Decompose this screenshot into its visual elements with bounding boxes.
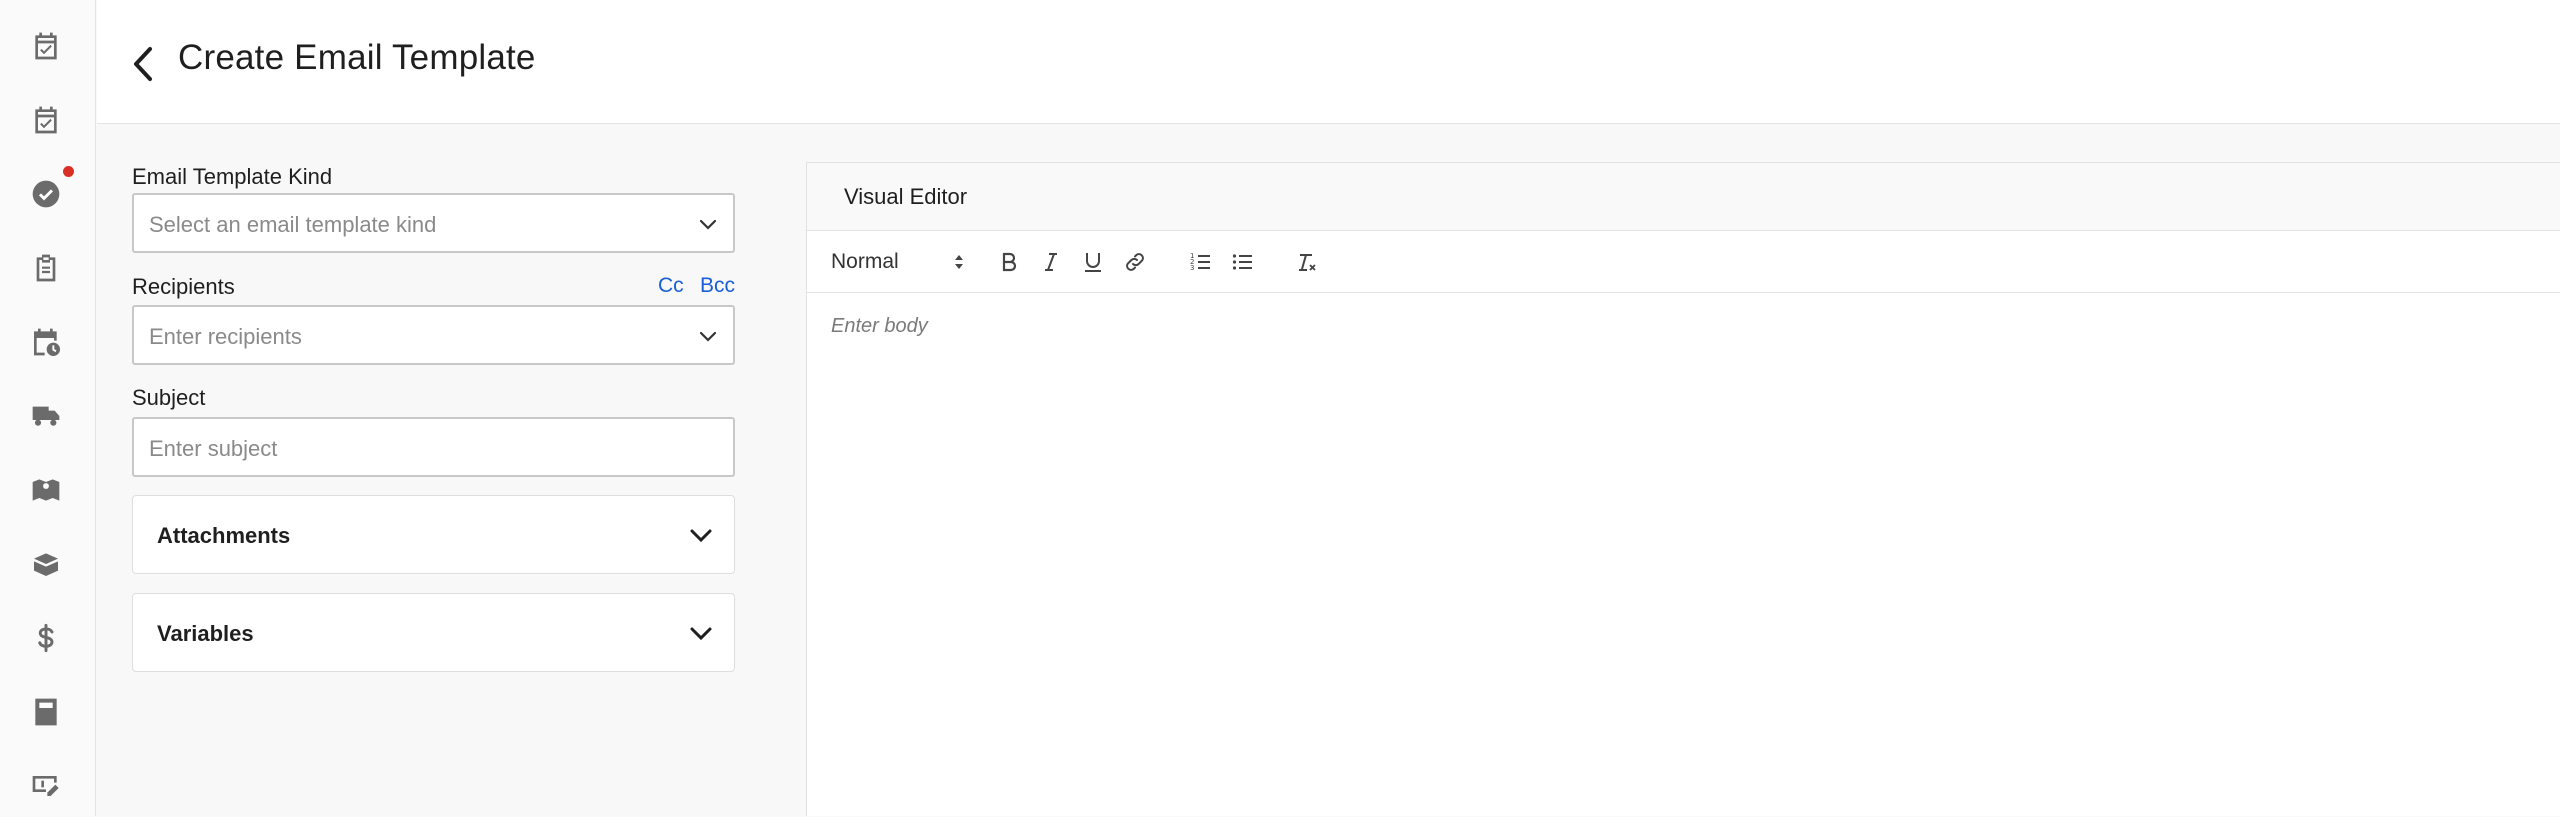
subject-input[interactable]: Enter subject: [132, 417, 735, 477]
dollar-icon[interactable]: [30, 622, 62, 654]
map-icon[interactable]: [30, 474, 62, 506]
truck-icon[interactable]: [30, 400, 62, 432]
chevron-down-icon: [699, 219, 717, 230]
attachments-accordion[interactable]: Attachments: [132, 495, 735, 574]
editor-toolbar: Normal 123: [807, 231, 2560, 293]
box-icon[interactable]: [30, 548, 62, 580]
money-edit-icon[interactable]: [30, 768, 62, 800]
bcc-link[interactable]: Bcc: [700, 274, 735, 298]
attachments-title: Attachments: [157, 523, 291, 548]
subject-label: Subject: [132, 385, 206, 410]
editor-body[interactable]: Enter body: [807, 293, 2560, 817]
back-button[interactable]: [128, 44, 158, 84]
italic-icon: [1045, 253, 1057, 271]
svg-text:3: 3: [1190, 264, 1194, 272]
sort-arrows-icon: [955, 255, 963, 269]
recipients-select[interactable]: Enter recipients: [132, 305, 735, 365]
editor-header: Visual Editor: [807, 163, 2560, 231]
calculator-icon[interactable]: [30, 696, 62, 728]
recipients-label: Recipients: [132, 274, 235, 299]
bullet-list-button[interactable]: [1227, 245, 1259, 279]
recipients-placeholder: Enter recipients: [149, 324, 302, 349]
bold-button[interactable]: [993, 245, 1025, 279]
page-title: Create Email Template: [178, 38, 536, 77]
underline-button[interactable]: [1077, 245, 1109, 279]
bold-icon: [1002, 252, 1017, 272]
chevron-left-icon: [134, 47, 152, 81]
link-icon: [1126, 253, 1144, 271]
email-template-kind-label: Email Template Kind: [132, 164, 333, 189]
calendar-check-icon[interactable]: [30, 30, 62, 62]
ordered-list-icon: 123: [1190, 252, 1210, 272]
sidebar: [0, 0, 96, 816]
chevron-down-icon: [690, 627, 712, 641]
calendar-clock-icon[interactable]: [30, 326, 62, 358]
format-select[interactable]: Normal: [831, 247, 965, 277]
body-placeholder: Enter body: [831, 315, 928, 337]
subject-placeholder: Enter subject: [149, 436, 278, 461]
notification-dot: [63, 166, 74, 177]
chevron-down-icon: [690, 529, 712, 543]
format-select-value: Normal: [831, 250, 899, 273]
bullet-list-icon: [1232, 254, 1252, 270]
editor-title: Visual Editor: [844, 184, 968, 209]
visual-editor: Visual Editor Normal 123 Enter body: [806, 162, 2560, 816]
clear-format-button[interactable]: [1291, 245, 1323, 279]
clipboard-icon[interactable]: [30, 252, 62, 284]
email-template-kind-placeholder: Select an email template kind: [149, 212, 437, 237]
variables-title: Variables: [157, 621, 254, 646]
variables-accordion[interactable]: Variables: [132, 593, 735, 672]
check-circle-icon[interactable]: [30, 178, 62, 210]
chevron-down-icon: [699, 331, 717, 342]
italic-button[interactable]: [1035, 245, 1067, 279]
underline-icon: [1085, 253, 1101, 272]
clear-format-icon: [1299, 254, 1316, 271]
email-template-kind-select[interactable]: Select an email template kind: [132, 193, 735, 253]
ordered-list-button[interactable]: 123: [1185, 245, 1217, 279]
cc-link[interactable]: Cc: [658, 274, 684, 298]
link-button[interactable]: [1119, 245, 1151, 279]
calendar-check-icon[interactable]: [30, 104, 62, 136]
